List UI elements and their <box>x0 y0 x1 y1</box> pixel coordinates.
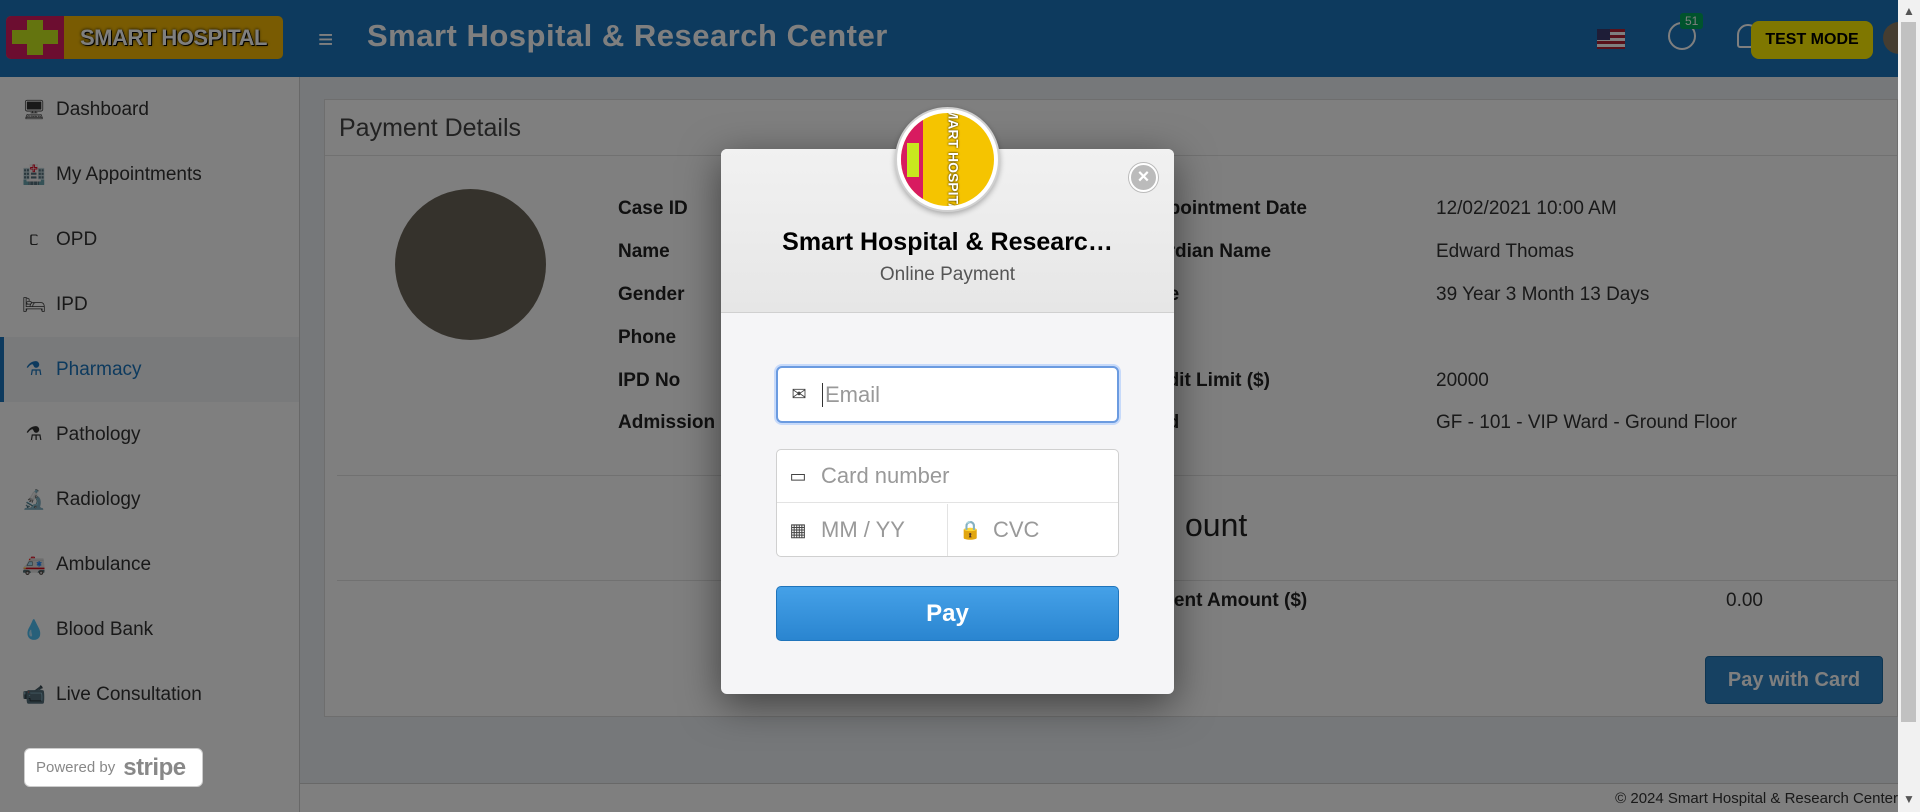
powered-by-stripe[interactable]: Powered by stripe <box>24 748 203 787</box>
card-number-placeholder: Card number <box>821 463 950 488</box>
envelope-icon: ✉ <box>791 384 807 404</box>
logo-text: SMART HOSPITAL <box>945 113 962 206</box>
expiry-placeholder: MM / YY <box>821 517 905 542</box>
close-icon[interactable]: × <box>1129 163 1158 192</box>
credit-card-icon: ▭ <box>789 465 807 486</box>
logo-cross-shape <box>907 143 919 177</box>
powered-by-label: Powered by <box>36 759 116 776</box>
scrollbar[interactable]: ▲ ▼ <box>1898 0 1920 812</box>
card-input-group: ▭ Card number ▦ MM / YY 🔒 CVC <box>776 449 1119 557</box>
merchant-logo: SMART HOSPITAL <box>895 107 1000 212</box>
expiry-field[interactable]: ▦ MM / YY <box>777 504 948 556</box>
email-field[interactable]: ✉ Email <box>776 366 1119 423</box>
email-placeholder: Email <box>825 381 881 407</box>
stripe-logo: stripe <box>123 753 186 781</box>
pay-button[interactable]: Pay <box>776 586 1119 641</box>
logo-badge: SMART HOSPITAL <box>901 113 994 206</box>
cvc-field[interactable]: 🔒 CVC <box>949 504 1118 556</box>
scrollbar-thumb[interactable] <box>1901 22 1916 722</box>
card-number-field[interactable]: ▭ Card number <box>777 450 1118 503</box>
scroll-up-icon[interactable]: ▲ <box>1903 4 1915 18</box>
calendar-icon: ▦ <box>789 519 807 540</box>
modal-title: Smart Hospital & Researc… <box>782 228 1113 256</box>
text-cursor <box>822 382 823 407</box>
stripe-checkout-modal: Smart Hospital & Researc… Online Payment… <box>721 107 1174 694</box>
cvc-placeholder: CVC <box>993 517 1040 542</box>
scroll-down-icon[interactable]: ▼ <box>1903 792 1915 806</box>
modal-subtitle: Online Payment <box>879 264 1016 285</box>
lock-icon: 🔒 <box>959 519 982 540</box>
